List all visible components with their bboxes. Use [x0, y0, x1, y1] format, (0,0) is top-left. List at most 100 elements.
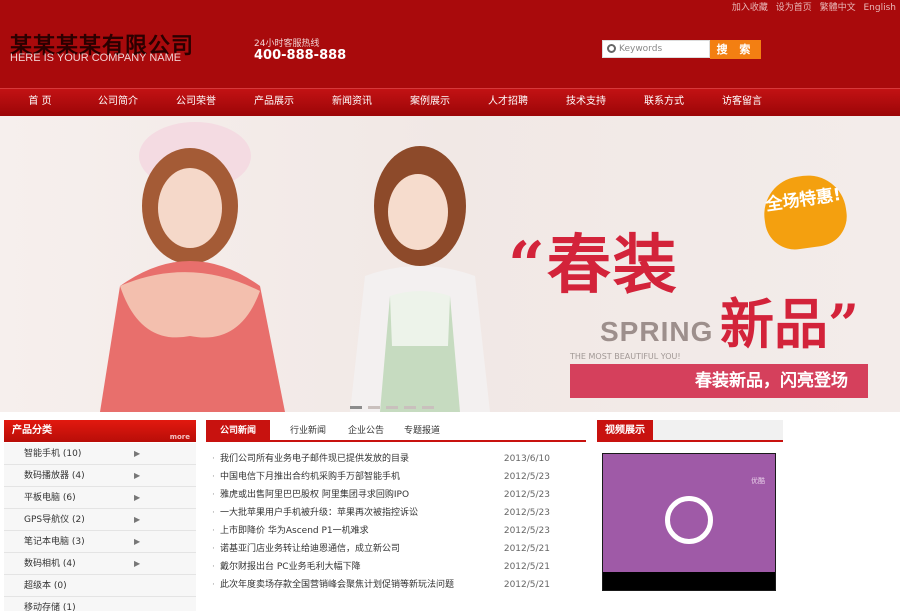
banner-dot-5[interactable]: [422, 406, 434, 409]
video-header: 视频展示: [597, 420, 783, 442]
category-label: 笔记本电脑 (3): [24, 537, 85, 547]
category-header: 产品分类 more: [4, 420, 196, 442]
news-date: 2012/5/23: [503, 490, 550, 500]
category-label: 数码相机 (4): [24, 559, 76, 569]
banner-ribbon: 春装新品，闪亮登场: [570, 364, 868, 398]
logo-en: HERE IS YOUR COMPANY NAME: [10, 52, 182, 64]
tab-industry-news[interactable]: 行业新闻: [290, 420, 326, 442]
news-date: 2012/5/21: [503, 580, 550, 590]
top-link-english[interactable]: English: [864, 3, 897, 13]
discount-badge: 全场特惠!: [759, 170, 851, 254]
nav-item-honors[interactable]: 公司荣誉: [166, 89, 226, 117]
banner-headline-1: “春装: [508, 228, 679, 303]
category-list: 智能手机 (10) ▶ 数码播放器 (4) ▶ 平板电脑 (6) ▶ GPS导航仪 (…: [4, 443, 196, 611]
video-controls[interactable]: [603, 572, 775, 590]
news-title[interactable]: 诺基亚门店业务转让给迪恩通信，成立新公司: [220, 544, 400, 554]
category-item[interactable]: GPS导航仪 (2) ▶: [4, 509, 196, 531]
search-input[interactable]: Keywords: [602, 40, 710, 58]
nav-item-news[interactable]: 新闻资讯: [322, 89, 382, 117]
news-date: 2012/5/23: [503, 508, 550, 518]
chevron-right-icon: ▶: [134, 559, 141, 568]
category-item[interactable]: 移动存储 (1): [4, 597, 196, 611]
banner[interactable]: “春装 新品” 全场特惠! SPRING THE MOST BEAUTIFUL …: [0, 116, 900, 412]
news-title[interactable]: 我们公司所有业务电子邮件现已提供发放的目录: [220, 454, 409, 464]
nav-item-home[interactable]: 首 页: [10, 89, 70, 117]
category-label: 智能手机 (10): [24, 449, 82, 459]
category-label: 数码播放器 (4): [24, 471, 85, 481]
news-item[interactable]: 诺基亚门店业务转让给迪恩通信，成立新公司 2012/5/21: [212, 540, 586, 558]
top-link-favorite[interactable]: 加入收藏: [732, 3, 768, 13]
tab-company-news[interactable]: 公司新闻: [206, 420, 271, 442]
video-title: 视频展示: [597, 420, 653, 442]
news-title[interactable]: 戴尔财报出台 PC业务毛利大幅下降: [220, 562, 361, 572]
banner-dot-3[interactable]: [386, 406, 398, 409]
news-title[interactable]: 雅虎或出售阿里巴巴股权 阿里集团寻求回购IPO: [220, 490, 409, 500]
category-item[interactable]: 智能手机 (10) ▶: [4, 443, 196, 465]
category-item[interactable]: 数码相机 (4) ▶: [4, 553, 196, 575]
news-item[interactable]: 一大批苹果用户手机被升级：苹果再次被指控诉讼 2012/5/23: [212, 504, 586, 522]
news-date: 2013/6/10: [503, 454, 550, 464]
news-item[interactable]: 此次年度卖场存款全国营销峰会聚焦计划促销等新玩法问题 2012/5/21: [212, 576, 586, 594]
category-label: 平板电脑 (6): [24, 493, 76, 503]
category-item[interactable]: 数码播放器 (4) ▶: [4, 465, 196, 487]
news-date: 2012/5/23: [503, 526, 550, 536]
news-title[interactable]: 中国电信下月推出合约机采购手万部智能手机: [220, 472, 400, 482]
search-button[interactable]: 搜 索: [710, 40, 761, 59]
category-label: GPS导航仪 (2): [24, 515, 85, 525]
banner-pagination: [350, 394, 440, 412]
model-image-right: [350, 146, 490, 412]
top-links: 加入收藏 设为首页 繁體中文 English: [727, 0, 896, 13]
nav-item-cases[interactable]: 案例展示: [400, 89, 460, 117]
model-image-left: [100, 122, 285, 412]
nav-item-about[interactable]: 公司简介: [88, 89, 148, 117]
product-category-panel: 产品分类 more 智能手机 (10) ▶ 数码播放器 (4) ▶ 平板电脑 (6)…: [4, 420, 196, 611]
news-item[interactable]: 雅虎或出售阿里巴巴股权 阿里集团寻求回购IPO 2012/5/23: [212, 486, 586, 504]
chevron-right-icon: ▶: [134, 493, 141, 502]
search-icon: [607, 44, 616, 53]
search-placeholder: Keywords: [619, 44, 663, 54]
tab-announcements[interactable]: 企业公告: [348, 420, 384, 442]
page: 加入收藏 设为首页 繁體中文 English 某某某某有限公司 HERE IS …: [0, 0, 900, 611]
hotline-number: 400-888-888: [254, 48, 347, 63]
top-link-homepage[interactable]: 设为首页: [776, 3, 812, 13]
nav-item-contact[interactable]: 联系方式: [634, 89, 694, 117]
chevron-right-icon: ▶: [134, 537, 141, 546]
news-title[interactable]: 此次年度卖场存款全国营销峰会聚焦计划促销等新玩法问题: [220, 580, 454, 590]
news-item[interactable]: 我们公司所有业务电子邮件现已提供发放的目录 2013/6/10: [212, 450, 586, 468]
banner-dot-2[interactable]: [368, 406, 380, 409]
news-tabs: 公司新闻 行业新闻 企业公告 专题报道: [206, 420, 586, 442]
category-item[interactable]: 超级本 (0): [4, 575, 196, 597]
chevron-right-icon: ▶: [134, 515, 141, 524]
category-title: 产品分类: [12, 425, 52, 436]
news-date: 2012/5/23: [503, 472, 550, 482]
news-list: 我们公司所有业务电子邮件现已提供发放的目录 2013/6/10 中国电信下月推出合…: [212, 450, 586, 594]
banner-dot-4[interactable]: [404, 406, 416, 409]
video-watermark: 优酷: [751, 477, 765, 485]
chevron-right-icon: ▶: [134, 449, 141, 458]
category-item[interactable]: 笔记本电脑 (3) ▶: [4, 531, 196, 553]
banner-spring-sub: THE MOST BEAUTIFUL YOU!: [570, 352, 681, 361]
category-label: 移动存储 (1): [24, 603, 76, 611]
news-item[interactable]: 中国电信下月推出合约机采购手万部智能手机 2012/5/23: [212, 468, 586, 486]
news-item[interactable]: 戴尔财报出台 PC业务毛利大幅下降 2012/5/21: [212, 558, 586, 576]
nav-item-support[interactable]: 技术支持: [556, 89, 616, 117]
news-item[interactable]: 上市即降价 华为Ascend P1一机难求 2012/5/23: [212, 522, 586, 540]
banner-spring: SPRING: [600, 316, 714, 347]
banner-headline-2: 新品”: [720, 292, 860, 356]
main-nav: 首 页 公司简介 公司荣誉 产品展示 新闻资讯 案例展示 人才招聘 技术支持 联…: [0, 88, 900, 116]
nav-item-products[interactable]: 产品展示: [244, 89, 304, 117]
banner-dot-1[interactable]: [350, 406, 362, 409]
chevron-right-icon: ▶: [134, 471, 141, 480]
header: 加入收藏 设为首页 繁體中文 English 某某某某有限公司 HERE IS …: [0, 0, 900, 88]
news-title[interactable]: 一大批苹果用户手机被升级：苹果再次被指控诉讼: [220, 508, 418, 518]
news-date: 2012/5/21: [503, 562, 550, 572]
video-logo-icon: [665, 496, 713, 544]
video-player[interactable]: 优酷: [602, 453, 776, 591]
category-item[interactable]: 平板电脑 (6) ▶: [4, 487, 196, 509]
news-title[interactable]: 上市即降价 华为Ascend P1一机难求: [220, 526, 369, 536]
nav-item-guestbook[interactable]: 访客留言: [712, 89, 772, 117]
nav-item-jobs[interactable]: 人才招聘: [478, 89, 538, 117]
top-link-traditional[interactable]: 繁體中文: [820, 3, 856, 13]
tab-special-reports[interactable]: 专题报道: [404, 420, 440, 442]
video-panel: 视频展示 优酷: [597, 420, 783, 611]
